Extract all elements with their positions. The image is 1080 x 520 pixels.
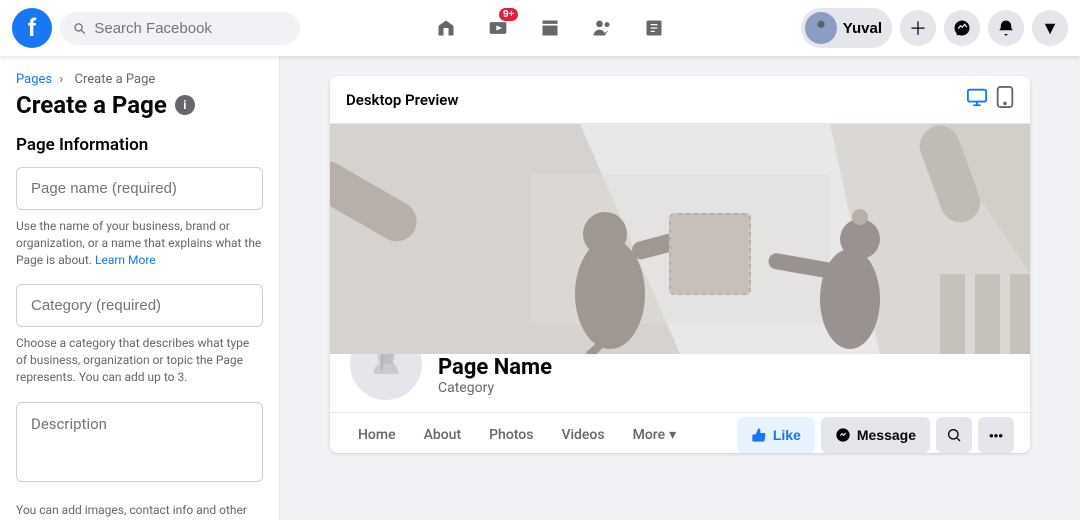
preview-page-name: Page Name [438,355,552,380]
nav-pages-button[interactable] [630,4,678,52]
search-icon [72,20,86,36]
search-input[interactable] [94,20,288,37]
search-small-icon [946,427,962,443]
page-title: Create a Page [16,91,167,119]
cover-photo [330,124,1030,354]
search-page-button[interactable] [936,417,972,453]
page-name-section: Page Name Category [438,355,552,404]
page-navigation: Home About Photos Videos More ▾ Like [330,412,1030,453]
chevron-down-icon: ▾ [669,427,676,443]
notifications-button[interactable] [988,10,1024,46]
nav-right: Yuval ＋ ▼ [801,8,1068,48]
nav-home-button[interactable] [422,4,470,52]
message-label: Message [857,427,916,443]
preview-card: Desktop Preview [330,76,1030,453]
nav-home[interactable]: Home [346,419,408,451]
right-content: Desktop Preview [280,56,1080,520]
top-navigation: f 9+ Yuval ＋ [0,0,1080,56]
like-button[interactable]: Like [737,417,815,453]
nav-about[interactable]: About [412,419,474,451]
info-icon[interactable]: i [175,95,195,115]
page-title-container: Create a Page i [16,91,263,119]
breadcrumb-current: Create a Page [74,72,155,87]
preview-title: Desktop Preview [346,91,458,109]
nav-videos[interactable]: Videos [549,419,616,451]
user-name: Yuval [843,20,882,37]
preview-page-category: Category [438,380,552,396]
preview-view-icons [966,86,1014,113]
description-textarea[interactable] [16,402,263,482]
bottom-note: You can add images, contact info and oth… [16,502,263,520]
nav-badge: 9+ [499,8,518,21]
add-button[interactable]: ＋ [900,10,936,46]
thumbs-up-icon [751,427,767,443]
nav-watch-button[interactable]: 9+ [474,4,522,52]
desktop-view-icon[interactable] [966,86,988,113]
avatar [805,12,837,44]
breadcrumb-separator: › [59,72,63,87]
breadcrumb-parent[interactable]: Pages [16,72,52,87]
ellipsis-icon: ••• [989,428,1003,443]
more-actions-button[interactable]: ••• [978,417,1014,453]
breadcrumb: Pages › Create a Page [16,72,263,87]
menu-button[interactable]: ▼ [1032,10,1068,46]
nav-marketplace-button[interactable] [526,4,574,52]
nav-more[interactable]: More ▾ [621,419,689,451]
like-label: Like [773,427,801,443]
section-label: Page Information [16,135,263,155]
messenger-button[interactable] [944,10,980,46]
page-name-help: Use the name of your business, brand or … [16,218,263,268]
search-bar[interactable] [60,12,300,45]
cover-illustration [330,124,1030,354]
message-button[interactable]: Message [821,417,930,453]
nav-friends-button[interactable] [578,4,626,52]
user-profile-button[interactable]: Yuval [801,8,892,48]
category-input[interactable] [16,284,263,327]
mobile-view-icon[interactable] [996,86,1014,113]
page-nav-right: Like Message ••• [737,417,1014,453]
messenger-small-icon [835,427,851,443]
page-nav-left: Home About Photos Videos More ▾ [346,419,688,451]
nav-center-icons: 9+ [300,4,801,52]
nav-photos[interactable]: Photos [477,419,545,451]
main-content: Pages › Create a Page Create a Page i Pa… [0,56,1080,520]
page-name-input[interactable] [16,167,263,210]
preview-header: Desktop Preview [330,76,1030,124]
learn-more-link[interactable]: Learn More [95,253,156,267]
sidebar: Pages › Create a Page Create a Page i Pa… [0,56,280,520]
facebook-logo[interactable]: f [12,8,52,48]
category-help: Choose a category that describes what ty… [16,335,263,385]
